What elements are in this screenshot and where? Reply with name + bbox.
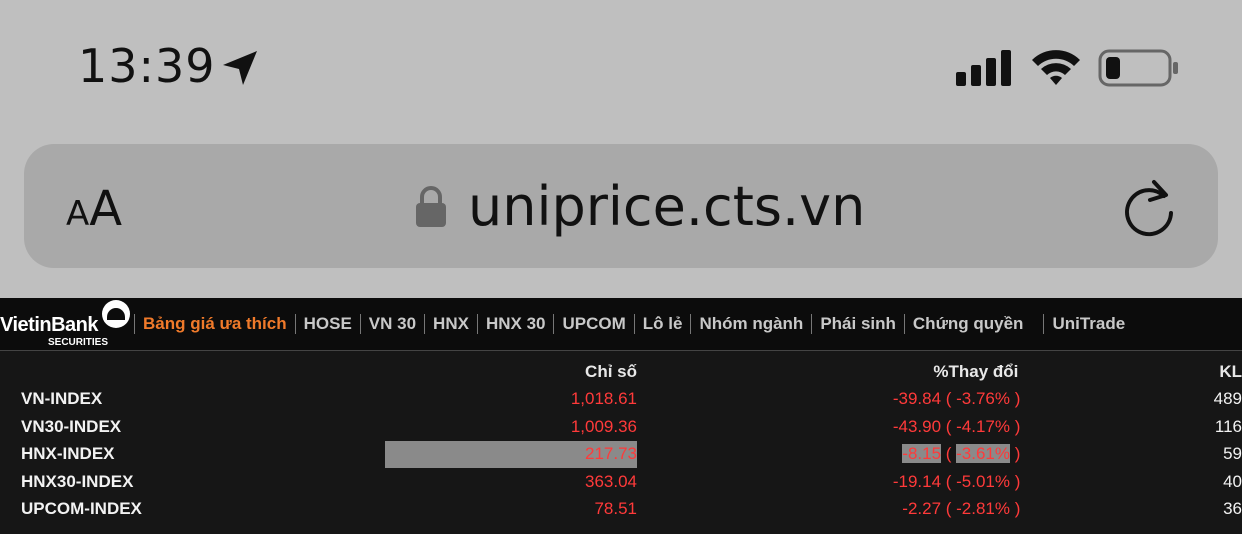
- nav-derivatives[interactable]: Phái sinh: [811, 314, 904, 334]
- index-value: 217.73: [385, 440, 637, 468]
- index-change: -43.90 ( -4.17% ): [892, 416, 1021, 436]
- logo-name: VietinBank: [0, 314, 99, 336]
- address-bar: AA uniprice.cts.vn: [24, 144, 1218, 268]
- nav-hnx30[interactable]: HNX 30: [476, 314, 554, 334]
- index-volume: 36: [1223, 499, 1242, 519]
- cellular-signal-icon: [956, 50, 1011, 86]
- index-value: 78.51: [594, 499, 637, 519]
- change-percent: -3.76%: [956, 389, 1011, 409]
- index-change: -8.15 ( -3.61% ): [902, 444, 1021, 464]
- index-volume: 40: [1223, 471, 1242, 491]
- table-row[interactable]: HNX-INDEX 217.73 -8.15 ( -3.61% ) 59: [0, 440, 1242, 468]
- change-points: -19.14: [892, 471, 942, 491]
- change-points: -43.90: [892, 416, 942, 436]
- nav-upcom[interactable]: UPCOM: [553, 314, 633, 334]
- nav-hose[interactable]: HOSE: [294, 314, 360, 334]
- change-percent: -4.17%: [956, 416, 1011, 436]
- change-points: -39.84: [892, 389, 942, 409]
- nav-warrants[interactable]: Chứng quyền: [903, 314, 1032, 334]
- change-percent: -5.01%: [956, 471, 1011, 491]
- text-size-small-label: A: [66, 194, 90, 234]
- battery-icon: [1098, 49, 1178, 87]
- index-name: UPCOM-INDEX: [21, 499, 142, 519]
- lock-icon: [416, 186, 446, 227]
- change-percent: -2.81%: [956, 499, 1011, 519]
- index-value: 1,009.36: [570, 416, 637, 436]
- change-points: -8.15: [902, 444, 942, 464]
- index-volume: 489: [1213, 389, 1242, 409]
- nav-unitrade[interactable]: UniTrade: [1043, 314, 1133, 334]
- header-value: Chỉ số: [585, 361, 637, 381]
- index-change: -39.84 ( -3.76% ): [892, 389, 1021, 409]
- status-time: 13:39: [78, 39, 216, 93]
- wifi-icon: [1032, 50, 1080, 85]
- nav-hnx[interactable]: HNX: [424, 314, 477, 334]
- index-name: HNX-INDEX: [21, 444, 115, 464]
- text-size-big-label: A: [89, 181, 123, 237]
- header-name: [0, 358, 385, 386]
- table-header-row: Chỉ số %Thay đổi KL: [0, 358, 1242, 386]
- market-nav: Bảng giá ưa thích HOSE VN 30 HNX HNX 30 …: [134, 298, 1133, 350]
- vietinbank-logo[interactable]: VietinBank SECURITIES: [0, 300, 132, 348]
- index-name: HNX30-INDEX: [21, 471, 134, 491]
- web-content: VietinBank SECURITIES Bảng giá ưa thích …: [0, 298, 1242, 534]
- table-row[interactable]: UPCOM-INDEX 78.51 -2.27 ( -2.81% ) 36: [0, 496, 1242, 524]
- status-bar: 13:39: [0, 0, 1242, 130]
- index-volume: 116: [1214, 416, 1242, 436]
- logo-sub: SECURITIES: [48, 337, 109, 348]
- index-name: VN30-INDEX: [21, 416, 122, 436]
- nav-odd-lot[interactable]: Lô lẻ: [633, 314, 691, 334]
- table-row[interactable]: VN-INDEX 1,018.61 -39.84 ( -3.76% ) 489: [0, 386, 1242, 414]
- index-change: -19.14 ( -5.01% ): [892, 471, 1021, 491]
- index-change: -2.27 ( -2.81% ): [902, 499, 1021, 519]
- location-arrow-icon: [223, 51, 257, 85]
- url-field[interactable]: uniprice.cts.vn: [468, 172, 865, 242]
- nav-vn30[interactable]: VN 30: [359, 314, 424, 334]
- text-size-button[interactable]: AA: [66, 184, 122, 245]
- reload-icon[interactable]: [1120, 176, 1178, 238]
- logo-mark-icon: [102, 300, 130, 328]
- index-table: Chỉ số %Thay đổi KL VN-INDEX 1,018.61 -3…: [0, 358, 1242, 523]
- nav-favorites[interactable]: Bảng giá ưa thích: [134, 314, 295, 334]
- index-volume: 59: [1223, 444, 1242, 464]
- table-row[interactable]: HNX30-INDEX 363.04 -19.14 ( -5.01% ) 40: [0, 468, 1242, 496]
- header-volume: KL: [1219, 361, 1242, 381]
- index-value: 1,018.61: [570, 389, 637, 409]
- change-percent: -3.61%: [956, 444, 1011, 464]
- index-value: 363.04: [585, 471, 637, 491]
- table-row[interactable]: VN30-INDEX 1,009.36 -43.90 ( -4.17% ) 11…: [0, 413, 1242, 441]
- top-nav: VietinBank SECURITIES Bảng giá ưa thích …: [0, 298, 1242, 351]
- index-name: VN-INDEX: [21, 389, 103, 409]
- nav-sectors[interactable]: Nhóm ngành: [690, 314, 811, 334]
- change-points: -2.27: [902, 499, 942, 519]
- header-change: %Thay đổi: [933, 361, 1019, 381]
